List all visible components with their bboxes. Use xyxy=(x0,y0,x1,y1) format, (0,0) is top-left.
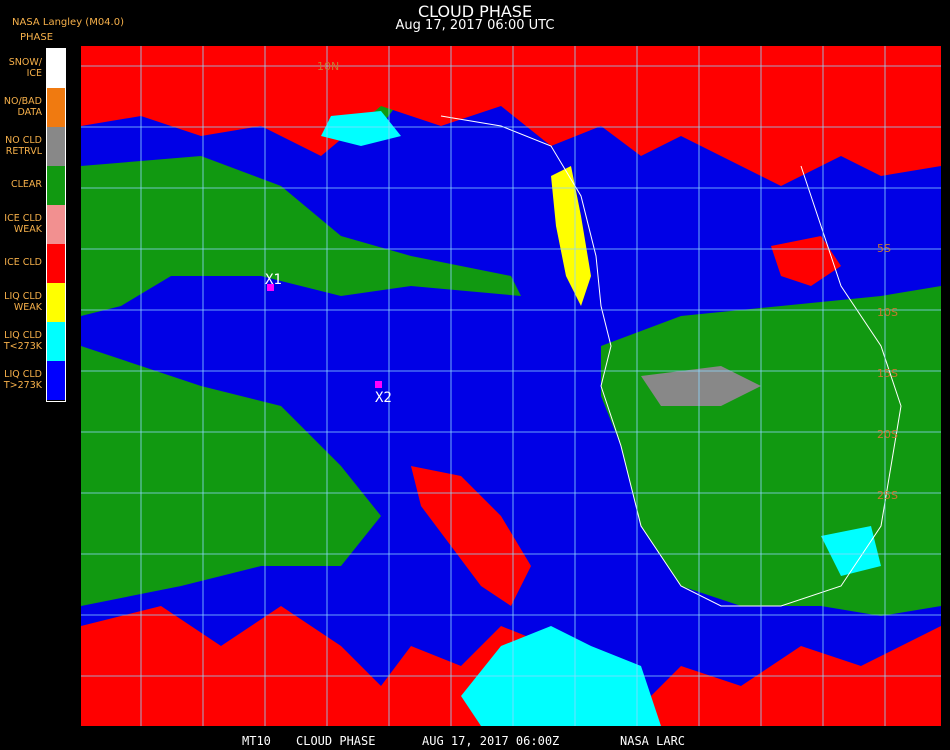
legend-label: NO CLD RETRVL xyxy=(5,134,42,157)
legend-swatch xyxy=(47,283,65,322)
grid-label: 5S xyxy=(877,242,891,255)
legend-swatch xyxy=(47,88,65,127)
legend-label: LIQ CLD T<273K xyxy=(3,329,42,352)
legend-swatch xyxy=(47,166,65,205)
legend-label: ICE CLD WEAK xyxy=(4,212,42,235)
marker-x1-label: X1 xyxy=(265,272,282,288)
grid-label: 10S xyxy=(877,306,898,319)
grid-label: 15S xyxy=(877,367,898,380)
footer-bar: MT10 CLOUD PHASE AUG 17, 2017 06:00Z NAS… xyxy=(0,728,950,750)
legend-label: LIQ CLD WEAK xyxy=(4,290,42,313)
marker-x2-label: X2 xyxy=(375,390,392,406)
legend-swatch xyxy=(47,244,65,283)
legend-swatch xyxy=(47,205,65,244)
legend-swatch xyxy=(47,361,65,400)
legend-swatch xyxy=(47,49,65,88)
legend-swatch xyxy=(47,322,65,361)
grid-label: 10N xyxy=(317,60,339,73)
footer-product: CLOUD PHASE xyxy=(296,734,376,748)
footer-satellite: MT10 xyxy=(242,734,271,748)
legend-color-bar xyxy=(46,48,66,402)
marker-x2-point xyxy=(375,381,382,388)
footer-datetime: AUG 17, 2017 06:00Z xyxy=(422,734,560,748)
provider-label: NASA Langley (M04.0) xyxy=(12,17,124,28)
grid-label: 25S xyxy=(877,489,898,502)
footer-org: NASA LARC xyxy=(620,734,686,748)
legend-label: SNOW/ ICE xyxy=(8,56,42,79)
map-timestamp: Aug 17, 2017 06:00 UTC xyxy=(395,18,555,33)
legend-label: CLEAR xyxy=(10,179,42,190)
legend-swatch xyxy=(47,127,65,166)
grid-label: 20S xyxy=(877,428,898,441)
legend-title: PHASE xyxy=(20,32,54,43)
legend-label: LIQ CLD T>273K xyxy=(3,368,42,391)
cloud-phase-map: 10N 5S 10S 15S 20S 25S X1 X2 xyxy=(81,46,941,726)
legend-label: ICE CLD xyxy=(4,257,42,268)
map-canvas: 10N 5S 10S 15S 20S 25S X1 X2 xyxy=(81,46,941,726)
legend-label: NO/BAD DATA xyxy=(3,95,42,118)
